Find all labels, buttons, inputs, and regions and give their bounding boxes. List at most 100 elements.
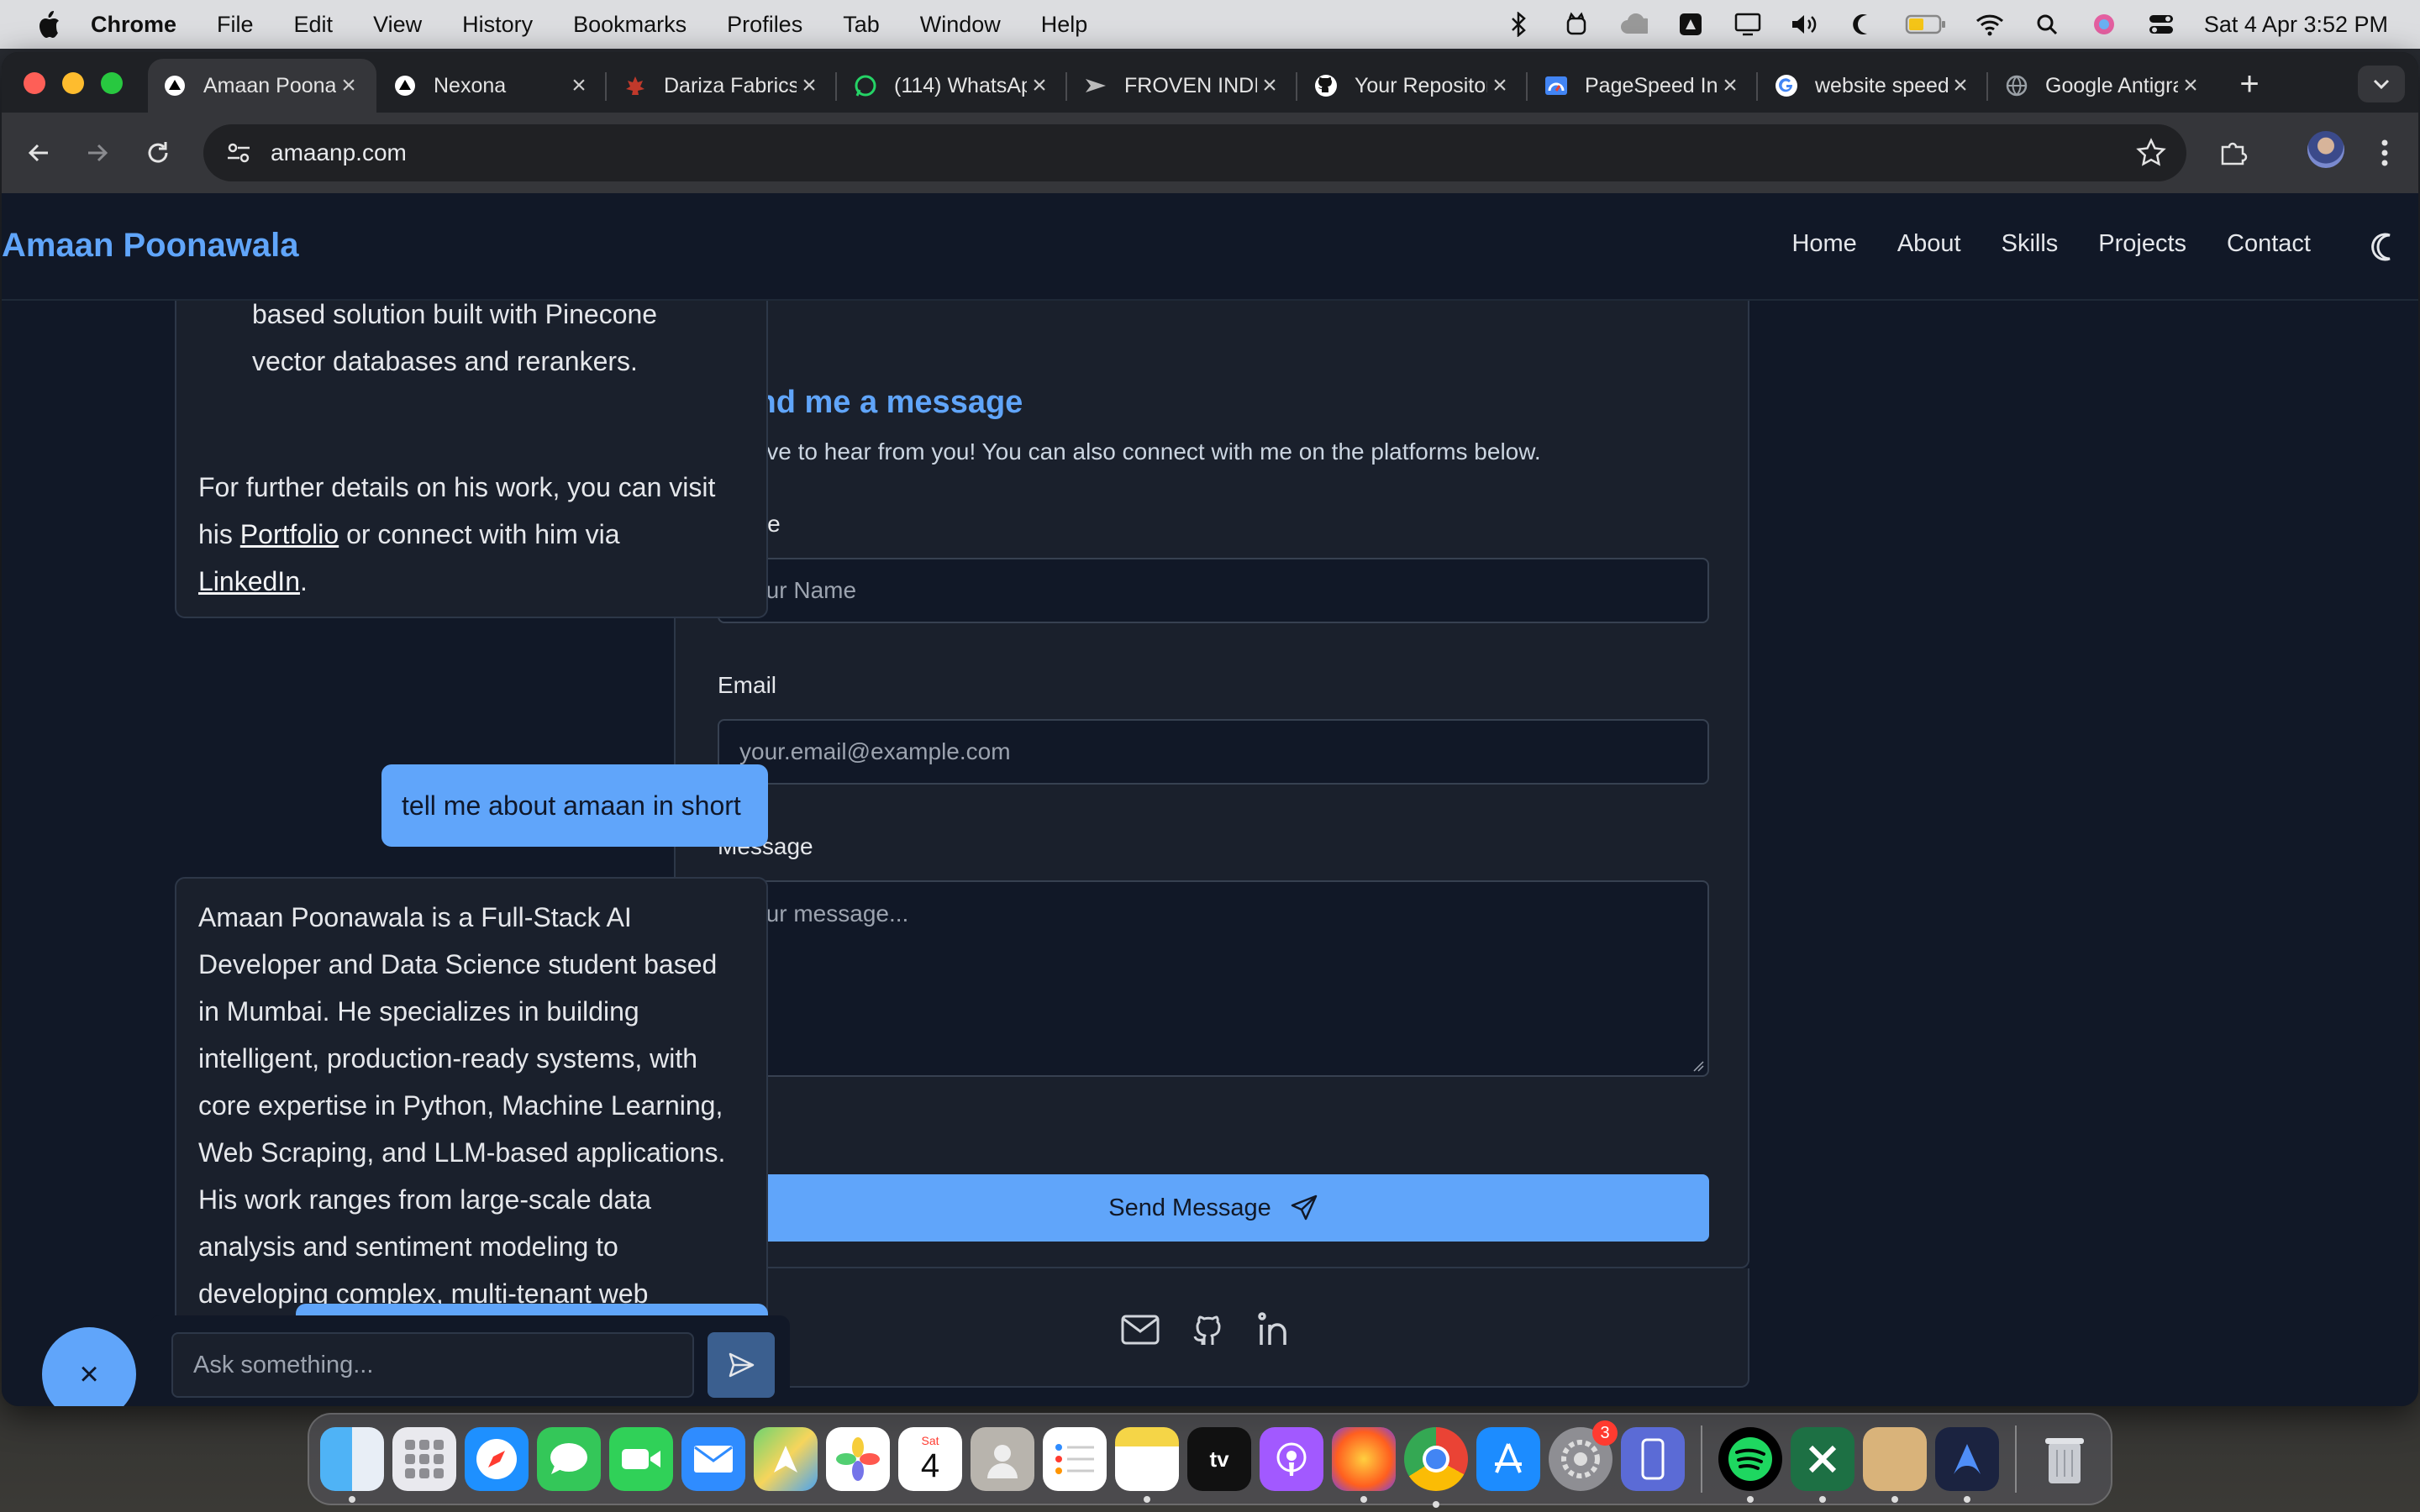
site-settings-icon[interactable]: [222, 136, 255, 170]
menu-history[interactable]: History: [462, 12, 533, 38]
minimize-window-button[interactable]: [62, 72, 84, 94]
chat-send-button[interactable]: [708, 1332, 775, 1398]
wifi-icon[interactable]: [1975, 10, 2004, 39]
close-tab-icon[interactable]: ×: [1027, 71, 1052, 100]
close-tab-icon[interactable]: ×: [566, 71, 592, 100]
close-window-button[interactable]: [24, 72, 45, 94]
site-brand-link[interactable]: Amaan Poonawala: [2, 227, 298, 265]
icloud-icon[interactable]: [1619, 10, 1648, 39]
close-tab-icon[interactable]: ×: [336, 71, 361, 100]
email-input[interactable]: your.email@example.com: [718, 719, 1709, 785]
nav-home[interactable]: Home: [1791, 230, 1856, 258]
extensions-button[interactable]: [2215, 134, 2252, 171]
name-input[interactable]: Your Name: [718, 558, 1709, 623]
linkedin-icon[interactable]: [1255, 1310, 1294, 1349]
mail-app-icon[interactable]: [681, 1427, 745, 1491]
menu-view[interactable]: View: [373, 12, 422, 38]
nav-projects[interactable]: Projects: [2098, 230, 2186, 258]
reload-button[interactable]: [139, 134, 176, 171]
spotify-app-icon[interactable]: [1718, 1427, 1782, 1503]
menubar-clock[interactable]: Sat 4 Apr 3:52 PM: [2204, 12, 2388, 38]
nav-skills[interactable]: Skills: [2002, 230, 2059, 258]
nav-about[interactable]: About: [1897, 230, 1961, 258]
firefox-app-icon[interactable]: [1332, 1427, 1396, 1503]
tab-whatsapp[interactable]: (114) WhatsApp ×: [839, 59, 1067, 113]
tab-google-search[interactable]: website speed ×: [1760, 59, 1988, 113]
tab-nexona[interactable]: Nexona ×: [378, 59, 607, 113]
finder-app-icon[interactable]: [320, 1427, 384, 1503]
chrome-menu-button[interactable]: [2366, 134, 2403, 171]
tab-dariza[interactable]: Dariza Fabrics ×: [608, 59, 837, 113]
apple-menu-icon[interactable]: [32, 8, 66, 41]
drive-status-icon[interactable]: [1676, 10, 1705, 39]
mail-icon[interactable]: [1121, 1310, 1160, 1349]
back-button[interactable]: [20, 134, 57, 171]
siri-icon[interactable]: [2090, 10, 2118, 39]
url-text[interactable]: amaanp.com: [271, 139, 407, 166]
menu-file[interactable]: File: [217, 12, 254, 38]
podcasts-app-icon[interactable]: [1260, 1427, 1323, 1491]
chrome-app-icon[interactable]: [1404, 1427, 1468, 1508]
safari-app-icon[interactable]: [465, 1427, 529, 1491]
menu-window[interactable]: Window: [920, 12, 1001, 38]
tab-search-button[interactable]: [2358, 66, 2405, 102]
bookmark-star-icon[interactable]: [2136, 138, 2166, 168]
battery-icon[interactable]: [1905, 10, 1947, 39]
menu-app-name[interactable]: Chrome: [91, 12, 176, 38]
calendar-app-icon[interactable]: Sat 4: [898, 1427, 962, 1491]
resize-grip-icon[interactable]: [1692, 1060, 1704, 1072]
reminders-app-icon[interactable]: [1043, 1427, 1107, 1491]
theme-toggle-moon-icon[interactable]: [2366, 230, 2400, 264]
tab-github[interactable]: Your Repositories ×: [1299, 59, 1528, 113]
zoom-window-button[interactable]: [101, 72, 123, 94]
profile-avatar[interactable]: [2307, 131, 2344, 168]
messages-app-icon[interactable]: [537, 1427, 601, 1491]
menu-help[interactable]: Help: [1041, 12, 1088, 38]
close-tab-icon[interactable]: ×: [797, 71, 822, 100]
portfolio-link[interactable]: Portfolio: [240, 519, 339, 549]
close-tab-icon[interactable]: ×: [1718, 71, 1743, 100]
tab-pagespeed[interactable]: PageSpeed Insights ×: [1529, 59, 1758, 113]
cat-status-icon[interactable]: [1562, 10, 1591, 39]
close-tab-icon[interactable]: ×: [2178, 71, 2203, 100]
control-center-icon[interactable]: [2147, 10, 2175, 39]
excel-app-icon[interactable]: [1791, 1427, 1854, 1503]
photos-app-icon[interactable]: [826, 1427, 890, 1491]
message-textarea[interactable]: Your message...: [718, 880, 1709, 1077]
maps-app-icon[interactable]: [754, 1427, 818, 1491]
contacts-app-icon[interactable]: [971, 1427, 1034, 1491]
linkedin-link[interactable]: LinkedIn: [198, 566, 300, 596]
archive-app-icon[interactable]: [1863, 1427, 1927, 1503]
iphone-mirroring-app-icon[interactable]: [1621, 1427, 1685, 1491]
menu-profiles[interactable]: Profiles: [727, 12, 802, 38]
tab-froven[interactable]: FROVEN INDIA ×: [1069, 59, 1297, 113]
forward-button[interactable]: [79, 134, 116, 171]
close-tab-icon[interactable]: ×: [1948, 71, 1973, 100]
nav-contact[interactable]: Contact: [2227, 230, 2311, 258]
close-tab-icon[interactable]: ×: [1257, 71, 1282, 100]
display-icon[interactable]: [1733, 10, 1762, 39]
github-icon[interactable]: [1188, 1310, 1227, 1349]
focus-moon-icon[interactable]: [1848, 10, 1876, 39]
notes-app-icon[interactable]: [1115, 1427, 1179, 1503]
tab-amaan[interactable]: Amaan Poonawala ×: [148, 59, 376, 113]
bluetooth-icon[interactable]: [1505, 10, 1534, 39]
chat-input[interactable]: Ask something...: [171, 1332, 694, 1398]
close-tab-icon[interactable]: ×: [1487, 71, 1512, 100]
new-tab-button[interactable]: +: [2228, 64, 2270, 106]
apple-tv-app-icon[interactable]: tv: [1187, 1427, 1251, 1491]
tab-google-antigravity[interactable]: Google Antigravity ×: [1990, 59, 2218, 113]
antigravity-app-icon[interactable]: [1935, 1427, 1999, 1503]
menu-bookmarks[interactable]: Bookmarks: [573, 12, 687, 38]
spotlight-search-icon[interactable]: [2033, 10, 2061, 39]
app-store-app-icon[interactable]: [1476, 1427, 1540, 1491]
menu-edit[interactable]: Edit: [294, 12, 334, 38]
system-settings-app-icon[interactable]: 3: [1549, 1420, 1618, 1491]
volume-icon[interactable]: [1791, 10, 1819, 39]
address-bar[interactable]: amaanp.com: [203, 124, 2186, 181]
send-message-button[interactable]: Send Message: [718, 1174, 1709, 1242]
menu-tab[interactable]: Tab: [843, 12, 880, 38]
trash-app-icon[interactable]: [2033, 1427, 2096, 1491]
launchpad-app-icon[interactable]: [392, 1427, 456, 1491]
facetime-app-icon[interactable]: [609, 1427, 673, 1491]
